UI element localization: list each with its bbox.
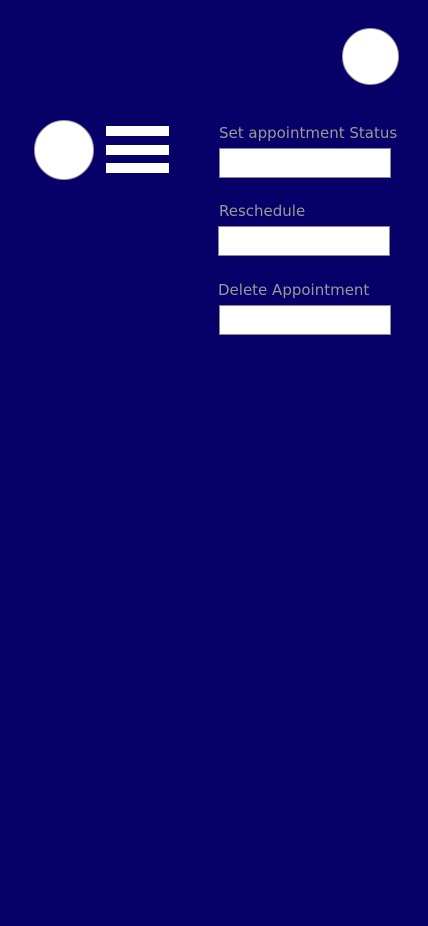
menu-bar-middle [106,145,169,155]
set-appointment-status-label: Set appointment Status [219,124,398,142]
menu-bar-bottom [106,163,169,173]
menu-bar-top [106,126,169,136]
delete-appointment-input[interactable] [219,305,391,335]
avatar-icon[interactable] [34,120,94,180]
profile-icon[interactable] [342,28,399,85]
set-appointment-status-input[interactable] [219,148,391,178]
reschedule-input[interactable] [218,226,390,256]
reschedule-label: Reschedule [219,202,306,220]
hamburger-menu-button[interactable] [106,126,169,174]
delete-appointment-label: Delete Appointment [218,281,370,299]
